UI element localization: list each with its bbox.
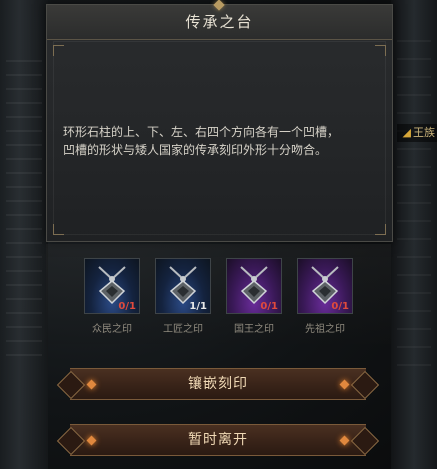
slot-label: 众民之印	[92, 324, 132, 335]
slot-label: 工匠之印	[163, 324, 203, 335]
slot-count: 0/1	[118, 301, 136, 312]
frame-corner-icon	[53, 45, 64, 56]
frame-corner-icon	[375, 224, 386, 235]
world-npc-tag[interactable]: ◢ 王族	[396, 124, 437, 142]
description-line: 环形石柱的上、下、左、右四个方向各有一个凹槽，	[63, 125, 340, 139]
altar-description: 环形石柱的上、下、左、右四个方向各有一个凹槽， 凹槽的形状与矮人国家的传承刻印外…	[63, 123, 383, 159]
slot-count: 0/1	[331, 301, 349, 312]
panel-title-bar: 传承之台	[47, 5, 392, 40]
inlay-seal-button-label: 镶嵌刻印	[188, 376, 248, 392]
inheritance-altar-panel: 传承之台 环形石柱的上、下、左、右四个方向各有一个凹槽， 凹槽的形状与矮人国家的…	[46, 0, 393, 242]
frame-corner-icon	[53, 224, 64, 235]
leave-button-label: 暂时离开	[188, 432, 248, 448]
background-wall-right	[397, 40, 431, 370]
seal-slot-king[interactable]: 0/1	[226, 258, 282, 314]
leave-button[interactable]: 暂时离开	[70, 424, 366, 456]
slot-count: 1/1	[189, 301, 207, 312]
seal-slot-craftsman[interactable]: 1/1	[155, 258, 211, 314]
frame-corner-icon	[375, 45, 386, 56]
game-scene: ◢ 王族 传承之台 环形石柱的上、下、左、右四个方向各有一个凹槽， 凹槽的形状与矮…	[0, 0, 437, 469]
seal-slot-ancestor[interactable]: 0/1	[297, 258, 353, 314]
slot-count: 0/1	[260, 301, 278, 312]
slot-label: 先祖之印	[305, 324, 345, 335]
tag-marker-icon: ◢	[402, 126, 411, 139]
background-wall-left	[6, 60, 42, 360]
slot-label: 国王之印	[234, 324, 274, 335]
seal-slot-commoner[interactable]: 0/1	[84, 258, 140, 314]
world-npc-tag-label: 王族	[413, 126, 435, 139]
inlay-seal-button[interactable]: 镶嵌刻印	[70, 368, 366, 400]
description-line: 凹槽的形状与矮人国家的传承刻印外形十分吻合。	[63, 143, 328, 157]
